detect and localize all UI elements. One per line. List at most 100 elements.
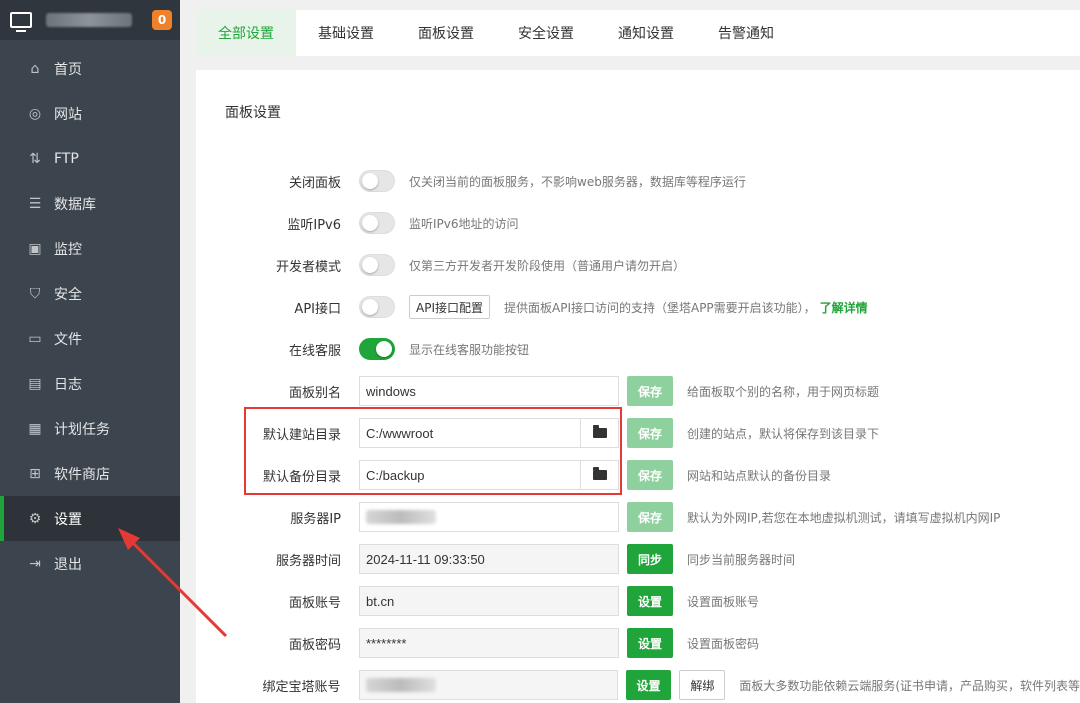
password-hint: 设置面板密码 — [687, 636, 760, 651]
monitor-icon — [10, 12, 32, 32]
site-dir-hint: 创建的站点，默认将保存到该目录下 — [687, 426, 880, 441]
account-input: bt.cn — [359, 586, 619, 616]
dev-mode-toggle[interactable] — [359, 254, 395, 276]
row-site-dir: 默认建站目录 C:/wwwroot 保存 创建的站点，默认将保存到该目录下 — [196, 417, 1080, 449]
backup-dir-hint: 网站和站点默认的备份目录 — [687, 468, 832, 483]
shield-icon: ⛉ — [29, 285, 41, 302]
row-server-time: 服务器时间 2024-11-11 09:33:50 同步 同步当前服务器时间 — [196, 543, 1080, 575]
site-dir-browse-button[interactable] — [580, 419, 618, 447]
home-icon: ⌂ — [30, 60, 40, 77]
close-panel-toggle[interactable] — [359, 170, 395, 192]
tab-1[interactable]: 基础设置 — [296, 10, 396, 56]
tab-3[interactable]: 安全设置 — [496, 10, 596, 56]
sidebar-item-5[interactable]: ⛉ 安全 — [0, 271, 180, 316]
row-api: API接口 API接口配置 提供面板API接口访问的支持（堡塔APP需要开启该功… — [196, 291, 1080, 323]
api-config-button[interactable]: API接口配置 — [409, 295, 490, 319]
server-ip-label: 服务器IP — [290, 511, 341, 527]
row-server-ip: 服务器IP 保存 默认为外网IP,若您在本地虚拟机测试，请填写虚拟机内网IP — [196, 501, 1080, 533]
sidebar-item-11[interactable]: ⇥ 退出 — [0, 541, 180, 587]
bind-account-input — [358, 670, 618, 700]
folder-open-icon — [592, 467, 607, 480]
sidebar-item-label: 数据库 — [54, 196, 96, 213]
sidebar-item-6[interactable]: ▭ 文件 — [0, 316, 180, 361]
site-dir-save-button[interactable]: 保存 — [627, 418, 673, 448]
backup-dir-input[interactable]: C:/backup — [360, 461, 580, 489]
site-dir-input[interactable]: C:/wwwroot — [360, 419, 580, 447]
row-ipv6: 监听IPv6 监听IPv6地址的访问 — [196, 207, 1080, 239]
sidebar-item-7[interactable]: ▤ 日志 — [0, 361, 180, 406]
backup-dir-save-button[interactable]: 保存 — [627, 460, 673, 490]
ipv6-label: 监听IPv6 — [287, 217, 341, 233]
server-ip-input[interactable] — [359, 502, 619, 532]
row-password: 面板密码 ******** 设置 设置面板密码 — [196, 627, 1080, 659]
account-set-button[interactable]: 设置 — [627, 586, 673, 616]
sidebar-item-label: 退出 — [54, 557, 82, 573]
tab-2[interactable]: 面板设置 — [396, 10, 496, 56]
online-service-toggle[interactable] — [359, 338, 395, 360]
sidebar-item-label: 设置 — [54, 511, 82, 528]
tab-5[interactable]: 告警通知 — [696, 10, 796, 56]
backup-dir-browse-button[interactable] — [580, 461, 618, 489]
globe-icon: ◎ — [28, 105, 42, 122]
tab-0[interactable]: 全部设置 — [196, 10, 296, 56]
server-ip-save-button[interactable]: 保存 — [627, 502, 673, 532]
dev-mode-label: 开发者模式 — [275, 259, 341, 275]
sync-time-button[interactable]: 同步 — [627, 544, 673, 574]
server-ip-hint: 默认为外网IP,若您在本地虚拟机测试，请填写虚拟机内网IP — [687, 510, 1001, 525]
sidebar-item-label: 网站 — [54, 106, 82, 123]
sidebar-item-10[interactable]: ⚙ 设置 — [0, 496, 180, 541]
sidebar-item-3[interactable]: ☰ 数据库 — [0, 181, 180, 226]
sidebar-item-label: 文件 — [54, 331, 82, 348]
sidebar-item-label: 日志 — [54, 376, 82, 393]
bind-set-button[interactable]: 设置 — [625, 670, 672, 700]
panel-title: 面板设置 — [225, 105, 281, 121]
alias-save-button[interactable]: 保存 — [627, 376, 673, 406]
online-service-desc: 显示在线客服功能按钮 — [409, 342, 530, 357]
sidebar-item-label: 首页 — [54, 61, 82, 78]
password-input: ******** — [359, 628, 619, 658]
server-ip-redacted — [366, 510, 436, 524]
monitor-chart-icon: ▣ — [28, 240, 42, 257]
sidebar-item-1[interactable]: ◎ 网站 — [0, 91, 180, 136]
row-account: 面板账号 bt.cn 设置 设置面板账号 — [196, 585, 1080, 617]
api-toggle[interactable] — [359, 296, 395, 318]
api-learn-more-link[interactable]: 了解详情 — [820, 299, 868, 316]
sidebar-item-8[interactable]: ▦ 计划任务 — [0, 406, 180, 451]
sidebar-item-label: 监控 — [54, 241, 82, 258]
notification-badge[interactable]: 0 — [152, 10, 172, 30]
sidebar-item-label: 软件商店 — [54, 466, 110, 483]
ftp-icon: ⇅ — [29, 150, 41, 167]
database-icon: ☰ — [28, 195, 42, 212]
alias-input[interactable]: windows — [359, 376, 619, 406]
bind-account-redacted — [365, 678, 436, 692]
server-name-redacted — [46, 13, 132, 27]
api-label: API接口 — [294, 301, 341, 317]
tab-4[interactable]: 通知设置 — [596, 10, 696, 56]
gear-icon: ⚙ — [28, 510, 42, 527]
server-time-hint: 同步当前服务器时间 — [687, 552, 796, 567]
backup-dir-label: 默认备份目录 — [262, 469, 341, 485]
server-time-label: 服务器时间 — [275, 553, 341, 569]
account-hint: 设置面板账号 — [687, 594, 760, 609]
alias-label: 面板别名 — [288, 385, 341, 401]
row-backup-dir: 默认备份目录 C:/backup 保存 网站和站点默认的备份目录 — [196, 459, 1080, 491]
sidebar-item-9[interactable]: ⊞ 软件商店 — [0, 451, 180, 496]
api-desc: 提供面板API接口访问的支持（堡塔APP需要开启该功能）， — [504, 300, 816, 315]
close-panel-label: 关闭面板 — [288, 175, 341, 191]
sidebar-item-0[interactable]: ⌂ 首页 — [0, 46, 180, 91]
sidebar-item-label: FTP — [54, 150, 79, 167]
account-label: 面板账号 — [288, 595, 341, 611]
settings-tabs: 全部设置 基础设置 面板设置 安全设置 通知设置 告警通知 — [196, 10, 1080, 56]
ipv6-toggle[interactable] — [359, 212, 395, 234]
logout-icon: ⇥ — [29, 556, 41, 572]
bind-account-label: 绑定宝塔账号 — [262, 679, 341, 695]
password-set-button[interactable]: 设置 — [627, 628, 673, 658]
sidebar-item-label: 计划任务 — [54, 421, 110, 438]
server-time-input: 2024-11-11 09:33:50 — [359, 544, 619, 574]
sidebar-item-2[interactable]: ⇅ FTP — [0, 136, 180, 181]
close-panel-desc: 仅关闭当前的面板服务，不影响web服务器，数据库等程序运行 — [409, 174, 746, 189]
row-online-service: 在线客服 显示在线客服功能按钮 — [196, 333, 1080, 365]
unbind-button[interactable]: 解绑 — [679, 670, 726, 700]
alias-hint: 给面板取个别的名称，用于网页标题 — [687, 384, 880, 399]
sidebar-item-4[interactable]: ▣ 监控 — [0, 226, 180, 271]
